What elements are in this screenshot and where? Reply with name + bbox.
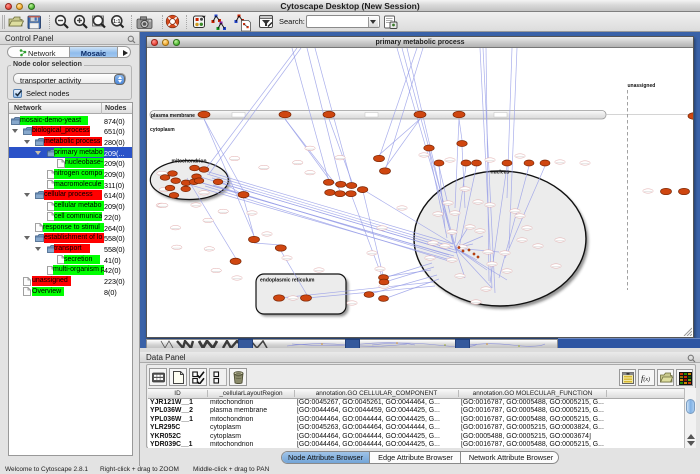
svg-text:nucleus: nucleus [491, 170, 510, 176]
svg-text:unassigned: unassigned [628, 83, 656, 89]
svg-text:1:1: 1:1 [113, 19, 120, 25]
svg-text:plasma membrane: plasma membrane [151, 113, 195, 119]
svg-text:mitochondrion: mitochondrion [172, 159, 207, 165]
svg-text:endoplasmic reticulum: endoplasmic reticulum [260, 278, 315, 284]
svg-text:cytoplasm: cytoplasm [150, 127, 175, 133]
